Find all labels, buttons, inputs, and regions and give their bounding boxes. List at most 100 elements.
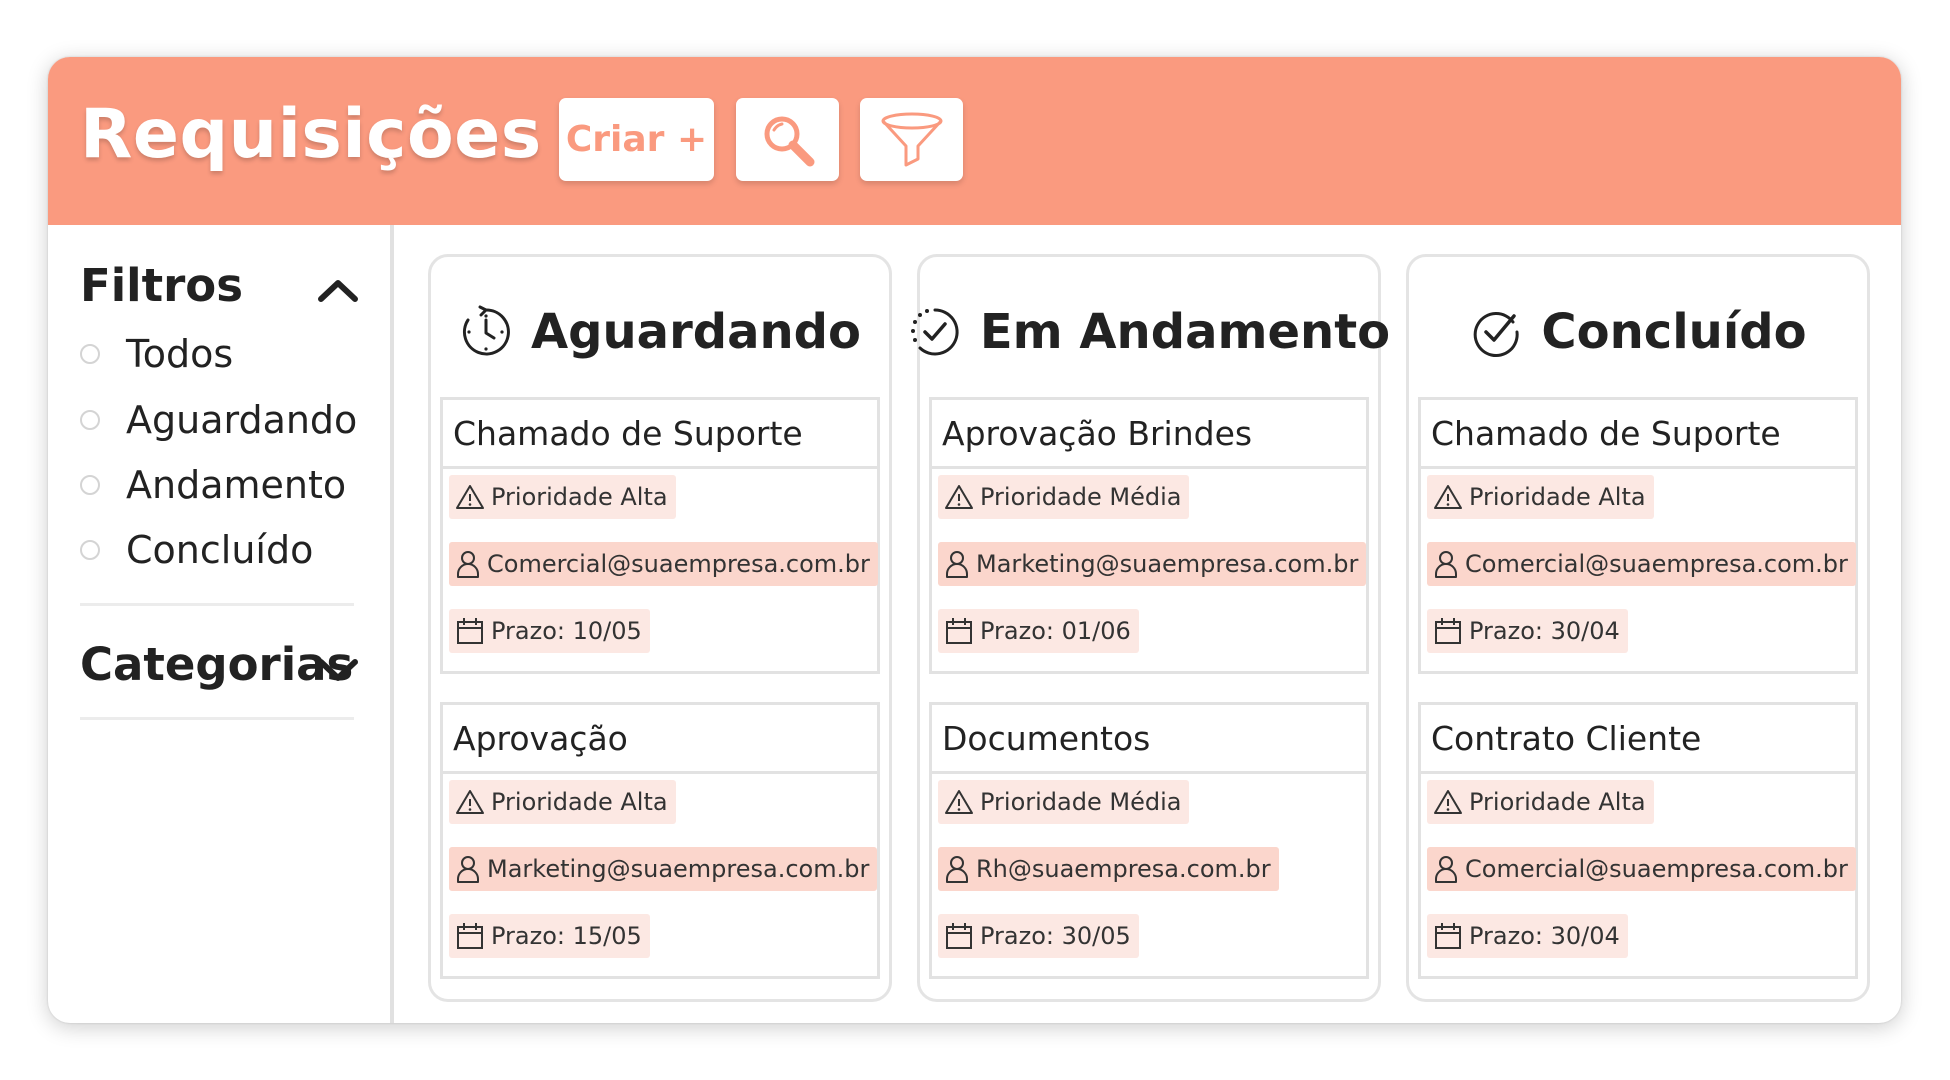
priority-badge: Prioridade Média [938,780,1190,824]
warning-icon [456,790,484,814]
column-aguardando: Aguardando Chamado de Suporte Prioridade… [428,254,892,1002]
card-body: Prioridade Média Rh@suaempresa.com.br Pr… [932,774,1366,976]
email-badge: Comercial@suaempresa.com.br [1427,847,1856,891]
email-badge: Comercial@suaempresa.com.br [449,542,878,586]
categories-label: Categorias [80,638,354,691]
column-title: Concluído [1541,304,1807,360]
user-icon [457,551,479,578]
priority-label: Prioridade Alta [491,788,668,816]
calendar-icon [946,923,972,949]
filter-option-aguardando[interactable]: Aguardando [80,395,357,445]
user-icon [946,551,968,578]
warning-icon [1434,485,1462,509]
radio-button[interactable] [80,475,100,495]
column-header: Concluído [1409,297,1867,367]
column-title: Aguardando [531,304,861,360]
deadline-badge: Prazo: 30/04 [1427,914,1628,958]
filter-button[interactable] [860,98,963,181]
calendar-icon [457,618,483,644]
warning-icon [945,790,973,814]
warning-icon [456,485,484,509]
radio-button[interactable] [80,540,100,560]
column-header: Aguardando [431,297,889,367]
card-title: Chamado de Suporte [443,400,877,469]
chevron-down-icon[interactable] [316,655,360,685]
priority-badge: Prioridade Alta [449,475,676,519]
card-body: Prioridade Alta Comercial@suaempresa.com… [1421,469,1856,671]
email-badge: Marketing@suaempresa.com.br [449,847,878,891]
user-icon [946,856,968,883]
chevron-up-icon[interactable] [316,275,360,305]
deadline-badge: Prazo: 30/04 [1427,609,1628,653]
search-button[interactable] [736,98,839,181]
card-title: Aprovação [443,705,877,774]
column-title: Em Andamento [979,304,1391,360]
priority-badge: Prioridade Média [938,475,1190,519]
deadline-label: Prazo: 30/04 [1469,922,1620,950]
calendar-icon [946,618,972,644]
user-icon [457,856,479,883]
request-card[interactable]: Documentos Prioridade Média Rh@suaempres… [929,702,1369,979]
deadline-label: Prazo: 10/05 [491,617,642,645]
card-title: Chamado de Suporte [1421,400,1855,469]
card-title: Aprovação Brindes [932,400,1366,469]
page-title: Requisições [80,95,542,174]
deadline-badge: Prazo: 10/05 [449,609,650,653]
request-card[interactable]: Aprovação Brindes Prioridade Média Marke… [929,397,1369,674]
sidebar-divider [80,717,354,720]
check-circle-icon [1474,312,1519,357]
request-card[interactable]: Aprovação Prioridade Alta Marketing@suae… [440,702,880,979]
user-icon [1435,551,1457,578]
deadline-label: Prazo: 01/06 [980,617,1131,645]
card-body: Prioridade Alta Marketing@suaempresa.com… [443,774,878,976]
deadline-badge: Prazo: 15/05 [449,914,650,958]
email-label: Comercial@suaempresa.com.br [1465,855,1848,883]
column-em-andamento: Em Andamento Aprovação Brindes Prioridad… [910,254,1390,1002]
filter-option-label: Concluído [126,528,314,572]
email-label: Comercial@suaempresa.com.br [1465,550,1848,578]
priority-badge: Prioridade Alta [1427,780,1654,824]
email-label: Comercial@suaempresa.com.br [487,550,870,578]
priority-badge: Prioridade Alta [1427,475,1654,519]
email-badge: Comercial@suaempresa.com.br [1427,542,1856,586]
column-concluido: Concluído Chamado de Suporte Prioridade … [1406,254,1870,1002]
email-label: Marketing@suaempresa.com.br [976,550,1359,578]
request-card[interactable]: Chamado de Suporte Prioridade Alta Comer… [1418,397,1858,674]
clock-icon [462,305,510,356]
filter-option-label: Todos [126,332,234,376]
priority-label: Prioridade Alta [1469,483,1646,511]
sidebar: Filtros Todos Aguardando Andamento Concl… [48,225,394,1023]
sidebar-divider [80,603,354,606]
filter-option-todos[interactable]: Todos [80,329,233,379]
radio-button[interactable] [80,344,100,364]
request-card[interactable]: Contrato Cliente Prioridade Alta Comerci… [1418,702,1858,979]
deadline-badge: Prazo: 01/06 [938,609,1139,653]
search-icon [764,116,814,166]
priority-label: Prioridade Alta [491,483,668,511]
email-label: Rh@suaempresa.com.br [976,855,1271,883]
deadline-label: Prazo: 30/04 [1469,617,1620,645]
filter-option-andamento[interactable]: Andamento [80,460,346,510]
column-header: Em Andamento [910,297,1390,367]
header-bar: Requisições Criar + [48,57,1901,225]
deadline-label: Prazo: 15/05 [491,922,642,950]
calendar-icon [1435,923,1461,949]
progress-check-icon [910,308,959,356]
card-body: Prioridade Alta Comercial@suaempresa.com… [1421,774,1856,976]
categories-heading[interactable]: Categorias [80,638,353,691]
app-window: Requisições Criar + Filtros Todos Aguard… [48,57,1901,1023]
email-badge: Rh@suaempresa.com.br [938,847,1279,891]
user-icon [1435,856,1457,883]
filter-option-label: Andamento [126,463,347,507]
warning-icon [945,485,973,509]
radio-button[interactable] [80,410,100,430]
calendar-icon [457,923,483,949]
filter-option-label: Aguardando [126,398,358,442]
priority-label: Prioridade Média [980,788,1182,816]
email-badge: Marketing@suaempresa.com.br [938,542,1367,586]
deadline-badge: Prazo: 30/05 [938,914,1139,958]
request-card[interactable]: Chamado de Suporte Prioridade Alta Comer… [440,397,880,674]
create-button[interactable]: Criar + [559,98,714,181]
filter-option-concluido[interactable]: Concluído [80,525,313,575]
priority-label: Prioridade Média [980,483,1182,511]
